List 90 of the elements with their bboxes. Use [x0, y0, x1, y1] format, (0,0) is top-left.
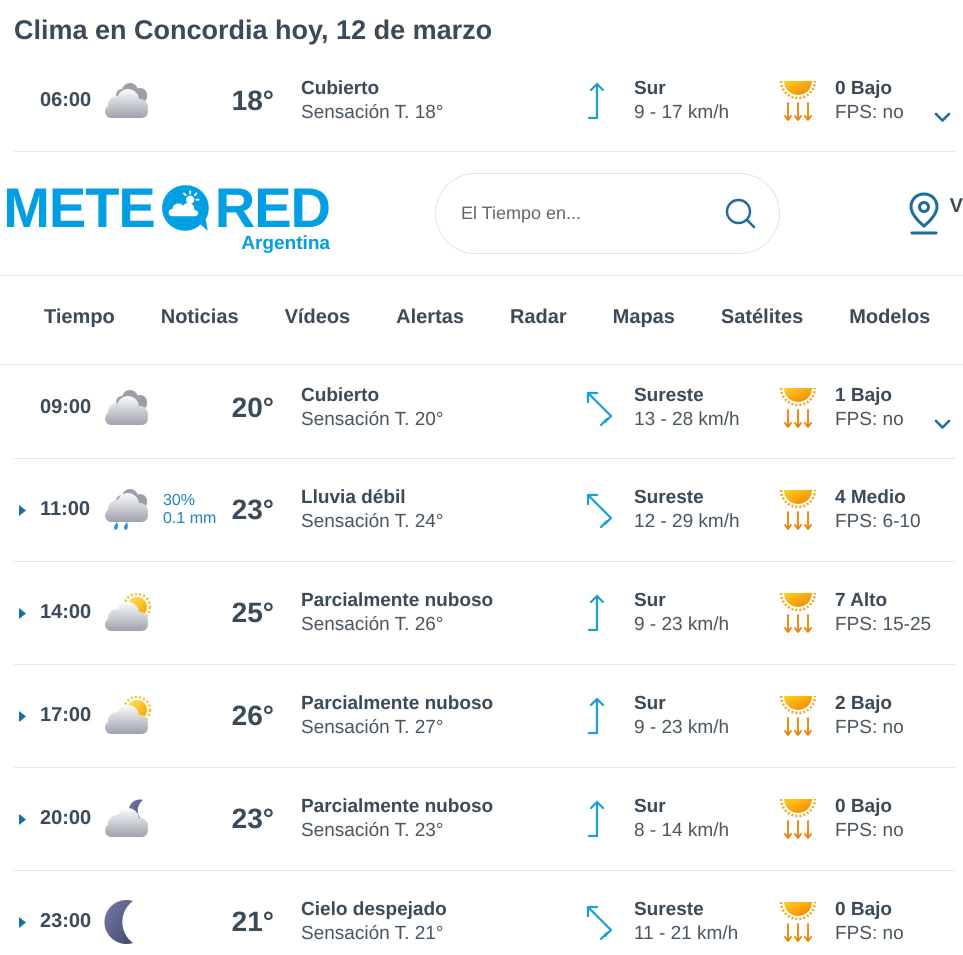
uv-index: 0 Bajo — [835, 76, 892, 100]
sunscreen-text: FPS: no — [835, 408, 904, 432]
page-title: Clima en Concordia hoy, 12 de marzo — [14, 14, 492, 47]
temperature: 20° — [232, 392, 274, 424]
sunscreen-text: FPS: 6-10 — [835, 510, 921, 534]
uv-index: 0 Bajo — [835, 795, 892, 819]
temperature: 18° — [232, 84, 274, 116]
condition-label: Parcialmente nuboso — [301, 795, 494, 819]
sunscreen-text: FPS: no — [835, 922, 904, 946]
uv-index: 2 Bajo — [835, 692, 892, 716]
nav-link[interactable]: Modelos — [849, 305, 930, 329]
sunscreen-text: FPS: 15-25 — [835, 613, 932, 637]
nav-link[interactable]: Satélites — [720, 305, 804, 329]
feels-like-text: Sensación T. 20° — [301, 408, 444, 432]
sunscreen-text: FPS: no — [835, 819, 904, 843]
condition-label: Cubierto — [301, 384, 380, 408]
wind-speed: 12 - 29 km/h — [634, 510, 740, 534]
search-field[interactable]: El Tiempo en... — [435, 173, 780, 254]
wind-direction: Sur — [634, 692, 666, 716]
hour-label: 14:00 — [40, 601, 92, 623]
chevron-down-icon[interactable] — [934, 419, 951, 430]
wind-direction: Sureste — [634, 898, 704, 922]
wind-speed: 11 - 21 km/h — [634, 922, 738, 946]
chevron-down-icon[interactable] — [934, 112, 951, 123]
hour-label: 11:00 — [40, 498, 90, 520]
uv-sun-icon — [780, 591, 816, 635]
search-icon[interactable] — [725, 198, 756, 229]
condition-label: Parcialmente nuboso — [301, 589, 494, 613]
uv-index: 1 Bajo — [835, 384, 892, 408]
sunscreen-text: FPS: no — [835, 100, 904, 124]
wind-arrow-icon — [585, 696, 607, 736]
temperature: 26° — [232, 700, 274, 732]
feels-like-text: Sensación T. 26° — [301, 613, 444, 637]
hour-label: 23:00 — [40, 910, 92, 932]
rain-chance: 30% — [163, 492, 196, 510]
uv-index: 0 Bajo — [835, 898, 892, 922]
expand-triangle-icon[interactable] — [19, 608, 26, 618]
wind-speed: 8 - 14 km/h — [634, 819, 730, 843]
nav-link[interactable]: Tiempo — [44, 305, 115, 329]
temperature: 23° — [232, 494, 274, 526]
expand-triangle-icon[interactable] — [19, 814, 26, 824]
expand-triangle-icon[interactable] — [19, 916, 26, 928]
condition-label: Parcialmente nuboso — [301, 692, 494, 716]
feels-like-text: Sensación T. 23° — [301, 819, 444, 843]
feels-like-text: Sensación T. 21° — [301, 922, 444, 946]
nav-link[interactable]: Noticias — [160, 305, 239, 329]
condition-label: Lluvia débil — [301, 486, 406, 510]
logo-subtitle: Argentina — [241, 232, 330, 254]
wind-arrow-icon — [585, 593, 607, 633]
wind-arrow-icon — [585, 799, 607, 839]
wind-speed: 9 - 23 km/h — [634, 716, 730, 740]
wind-direction: Sur — [634, 795, 666, 819]
wind-direction: Sur — [634, 589, 666, 613]
expand-triangle-icon[interactable] — [19, 710, 26, 722]
uv-sun-icon — [780, 488, 816, 532]
uv-index: 4 Medio — [835, 486, 906, 510]
location-text[interactable]: V — [950, 194, 963, 218]
uv-sun-icon — [780, 78, 816, 122]
hour-label: 09:00 — [40, 396, 92, 418]
uv-sun-icon — [780, 900, 816, 944]
wind-speed: 9 - 23 km/h — [634, 613, 730, 637]
wind-direction: Sureste — [634, 384, 704, 408]
feels-like-text: Sensación T. 24° — [301, 510, 444, 534]
nav-link[interactable]: Mapas — [612, 305, 675, 329]
rain-amount: 0.1 mm — [163, 510, 216, 528]
wind-speed: 9 - 17 km/h — [634, 100, 730, 124]
wind-direction: Sur — [634, 76, 666, 100]
sunscreen-text: FPS: no — [835, 716, 904, 740]
feels-like-text: Sensación T. 27° — [301, 716, 444, 740]
expand-triangle-icon[interactable] — [19, 504, 26, 516]
temperature: 25° — [232, 597, 274, 629]
hour-label: 17:00 — [40, 704, 92, 726]
hour-label: 20:00 — [40, 807, 92, 829]
condition-label: Cubierto — [301, 76, 380, 100]
location-pin-icon[interactable] — [908, 192, 940, 236]
hour-label: 06:00 — [40, 88, 92, 110]
temperature: 21° — [232, 906, 274, 938]
uv-index: 7 Alto — [835, 589, 888, 613]
wind-direction: Sureste — [634, 486, 704, 510]
feels-like-text: Sensación T. 18° — [301, 100, 444, 124]
wind-speed: 13 - 28 km/h — [634, 408, 740, 432]
wind-arrow-icon — [585, 80, 607, 120]
nav-link[interactable]: Vídeos — [284, 305, 350, 329]
nav-link[interactable]: Radar — [510, 305, 567, 329]
uv-sun-icon — [780, 386, 816, 430]
uv-sun-icon — [780, 797, 816, 841]
nav-link[interactable]: Alertas — [396, 305, 464, 329]
condition-label: Cielo despejado — [301, 898, 447, 922]
temperature: 23° — [232, 803, 274, 835]
uv-sun-icon — [780, 694, 816, 738]
